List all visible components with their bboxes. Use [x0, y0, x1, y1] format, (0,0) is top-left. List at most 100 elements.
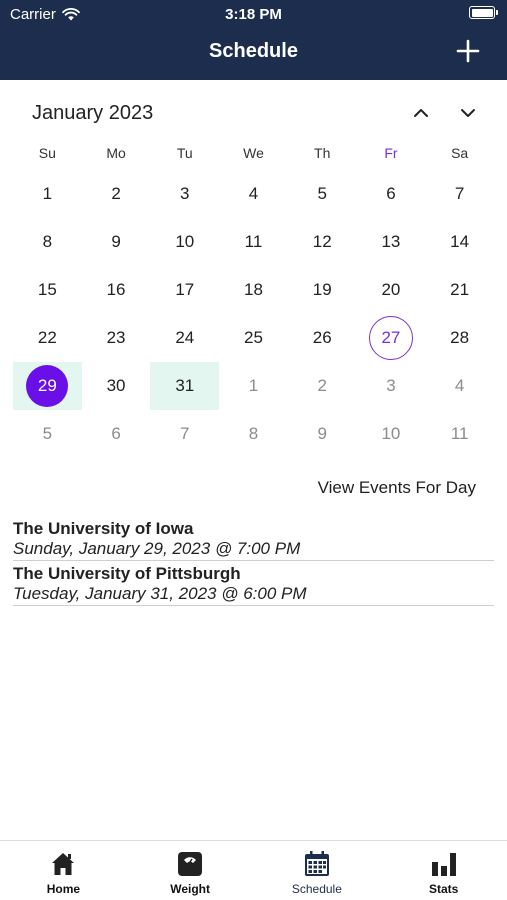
event-title: The University of Iowa: [13, 519, 194, 538]
calendar-day[interactable]: 14: [425, 218, 494, 266]
day-number: 25: [244, 328, 263, 347]
day-number: 26: [312, 328, 332, 347]
calendar-day[interactable]: 7: [425, 170, 494, 218]
calendar-day[interactable]: 24: [150, 314, 219, 362]
day-number: 3: [386, 376, 396, 395]
calendar-day[interactable]: 23: [82, 314, 151, 362]
day-number: 8: [248, 424, 259, 443]
calendar-day[interactable]: 28: [425, 314, 494, 362]
day-number: 2: [111, 184, 121, 203]
day-number: 14: [450, 232, 470, 251]
calendar-day-next-month[interactable]: 8: [219, 410, 288, 458]
day-number: 6: [386, 184, 396, 203]
day-number: 1: [42, 184, 53, 203]
tab-label: Stats: [428, 882, 459, 896]
weekday-label: Su: [38, 145, 56, 161]
calendar-day-next-month[interactable]: 11: [425, 410, 494, 458]
calendar-day-selected[interactable]: 29: [13, 362, 82, 410]
day-number: 27: [368, 316, 413, 360]
calendar-day[interactable]: 30: [82, 362, 151, 410]
day-number: 7: [180, 424, 190, 443]
calendar-day[interactable]: 22: [13, 314, 82, 362]
calendar-day[interactable]: 5: [288, 170, 357, 218]
tab-home[interactable]: Home: [0, 841, 127, 900]
scale-icon: [178, 852, 203, 876]
calendar-day-today[interactable]: 27: [357, 314, 426, 362]
day-number: 17: [175, 280, 195, 299]
calendar-day[interactable]: 19: [288, 266, 357, 314]
day-number: 28: [450, 328, 470, 347]
calendar-day[interactable]: 1: [13, 170, 82, 218]
day-number: 5: [42, 424, 53, 443]
calendar-day-next-month[interactable]: 4: [425, 362, 494, 410]
previous-month-button[interactable]: [410, 102, 432, 124]
day-number: 19: [312, 280, 332, 299]
day-number: 20: [381, 280, 401, 299]
page-title: Schedule: [209, 40, 298, 62]
calendar-day[interactable]: 17: [150, 266, 219, 314]
tab-weight[interactable]: Weight: [127, 841, 254, 900]
calendar-day[interactable]: 2: [82, 170, 151, 218]
day-number: 18: [244, 280, 263, 299]
calendar-day-with-event[interactable]: 31: [150, 362, 220, 410]
view-events-button[interactable]: View Events For Day: [318, 478, 476, 498]
calendar-day[interactable]: 20: [357, 266, 426, 314]
calendar-day[interactable]: 3: [150, 170, 219, 218]
calendar-day[interactable]: 4: [219, 170, 288, 218]
add-event-button[interactable]: [455, 38, 481, 64]
bar-chart-icon: [431, 853, 456, 876]
day-number: 7: [454, 184, 465, 203]
calendar-day[interactable]: 11: [219, 218, 288, 266]
calendar-day[interactable]: 21: [425, 266, 494, 314]
day-number: 8: [42, 232, 53, 251]
tab-schedule[interactable]: Schedule: [254, 841, 381, 900]
month-label: January 2023: [32, 102, 154, 124]
event-date: Tuesday, January 31, 2023 @ 6:00 PM: [13, 584, 307, 603]
weekday-header: Su Mo Tu We Th Fr Sa: [13, 145, 494, 161]
calendar-day-next-month[interactable]: 7: [150, 410, 219, 458]
day-number: 10: [381, 424, 401, 443]
calendar-day-next-month[interactable]: 1: [219, 362, 288, 410]
calendar-icon: [304, 851, 329, 876]
calendar-day[interactable]: 18: [219, 266, 288, 314]
tab-label: Schedule: [291, 882, 342, 896]
calendar-day-next-month[interactable]: 5: [13, 410, 82, 458]
day-number: 11: [244, 232, 263, 251]
calendar-day-next-month[interactable]: 10: [357, 410, 426, 458]
event-list-item[interactable]: The University of Pittsburgh Tuesday, Ja…: [13, 561, 494, 606]
tab-bar: Home Weight Schedule Stats: [0, 840, 507, 900]
calendar-grid: 1 2 3 4 5 6 7 8 9 10 11 12 13 14 15 16 1…: [13, 170, 494, 458]
status-bar: Carrier 3:18 PM: [0, 0, 507, 28]
day-number: 4: [248, 184, 259, 203]
event-title: The University of Pittsburgh: [13, 564, 241, 583]
calendar-day[interactable]: 6: [357, 170, 426, 218]
next-month-button[interactable]: [457, 102, 479, 124]
day-number: 13: [381, 232, 401, 251]
weekday-label: Th: [314, 145, 331, 161]
day-number: 6: [111, 424, 121, 443]
weekday-label: Sa: [451, 145, 469, 161]
day-number: 2: [317, 376, 327, 395]
day-number: 3: [180, 184, 190, 203]
weekday-label-current: Fr: [384, 145, 398, 161]
calendar-day-next-month[interactable]: 3: [357, 362, 426, 410]
calendar-day[interactable]: 10: [150, 218, 219, 266]
day-number: 10: [175, 232, 195, 251]
tab-stats[interactable]: Stats: [380, 841, 507, 900]
chevron-down-icon: [461, 109, 475, 117]
calendar-day[interactable]: 12: [288, 218, 357, 266]
calendar-day-next-month[interactable]: 2: [288, 362, 357, 410]
calendar-day[interactable]: 8: [13, 218, 82, 266]
calendar-day-next-month[interactable]: 6: [82, 410, 151, 458]
calendar-day-next-month[interactable]: 9: [288, 410, 357, 458]
calendar-day[interactable]: 26: [288, 314, 357, 362]
calendar-day[interactable]: 13: [357, 218, 426, 266]
event-list-item[interactable]: The University of Iowa Sunday, January 2…: [13, 516, 494, 561]
day-number: 16: [106, 280, 126, 299]
tab-label: Weight: [170, 882, 211, 896]
calendar-day[interactable]: 16: [82, 266, 151, 314]
calendar-day[interactable]: 9: [82, 218, 151, 266]
calendar-day[interactable]: 15: [13, 266, 82, 314]
weekday-label: We: [243, 145, 264, 161]
calendar-day[interactable]: 25: [219, 314, 288, 362]
